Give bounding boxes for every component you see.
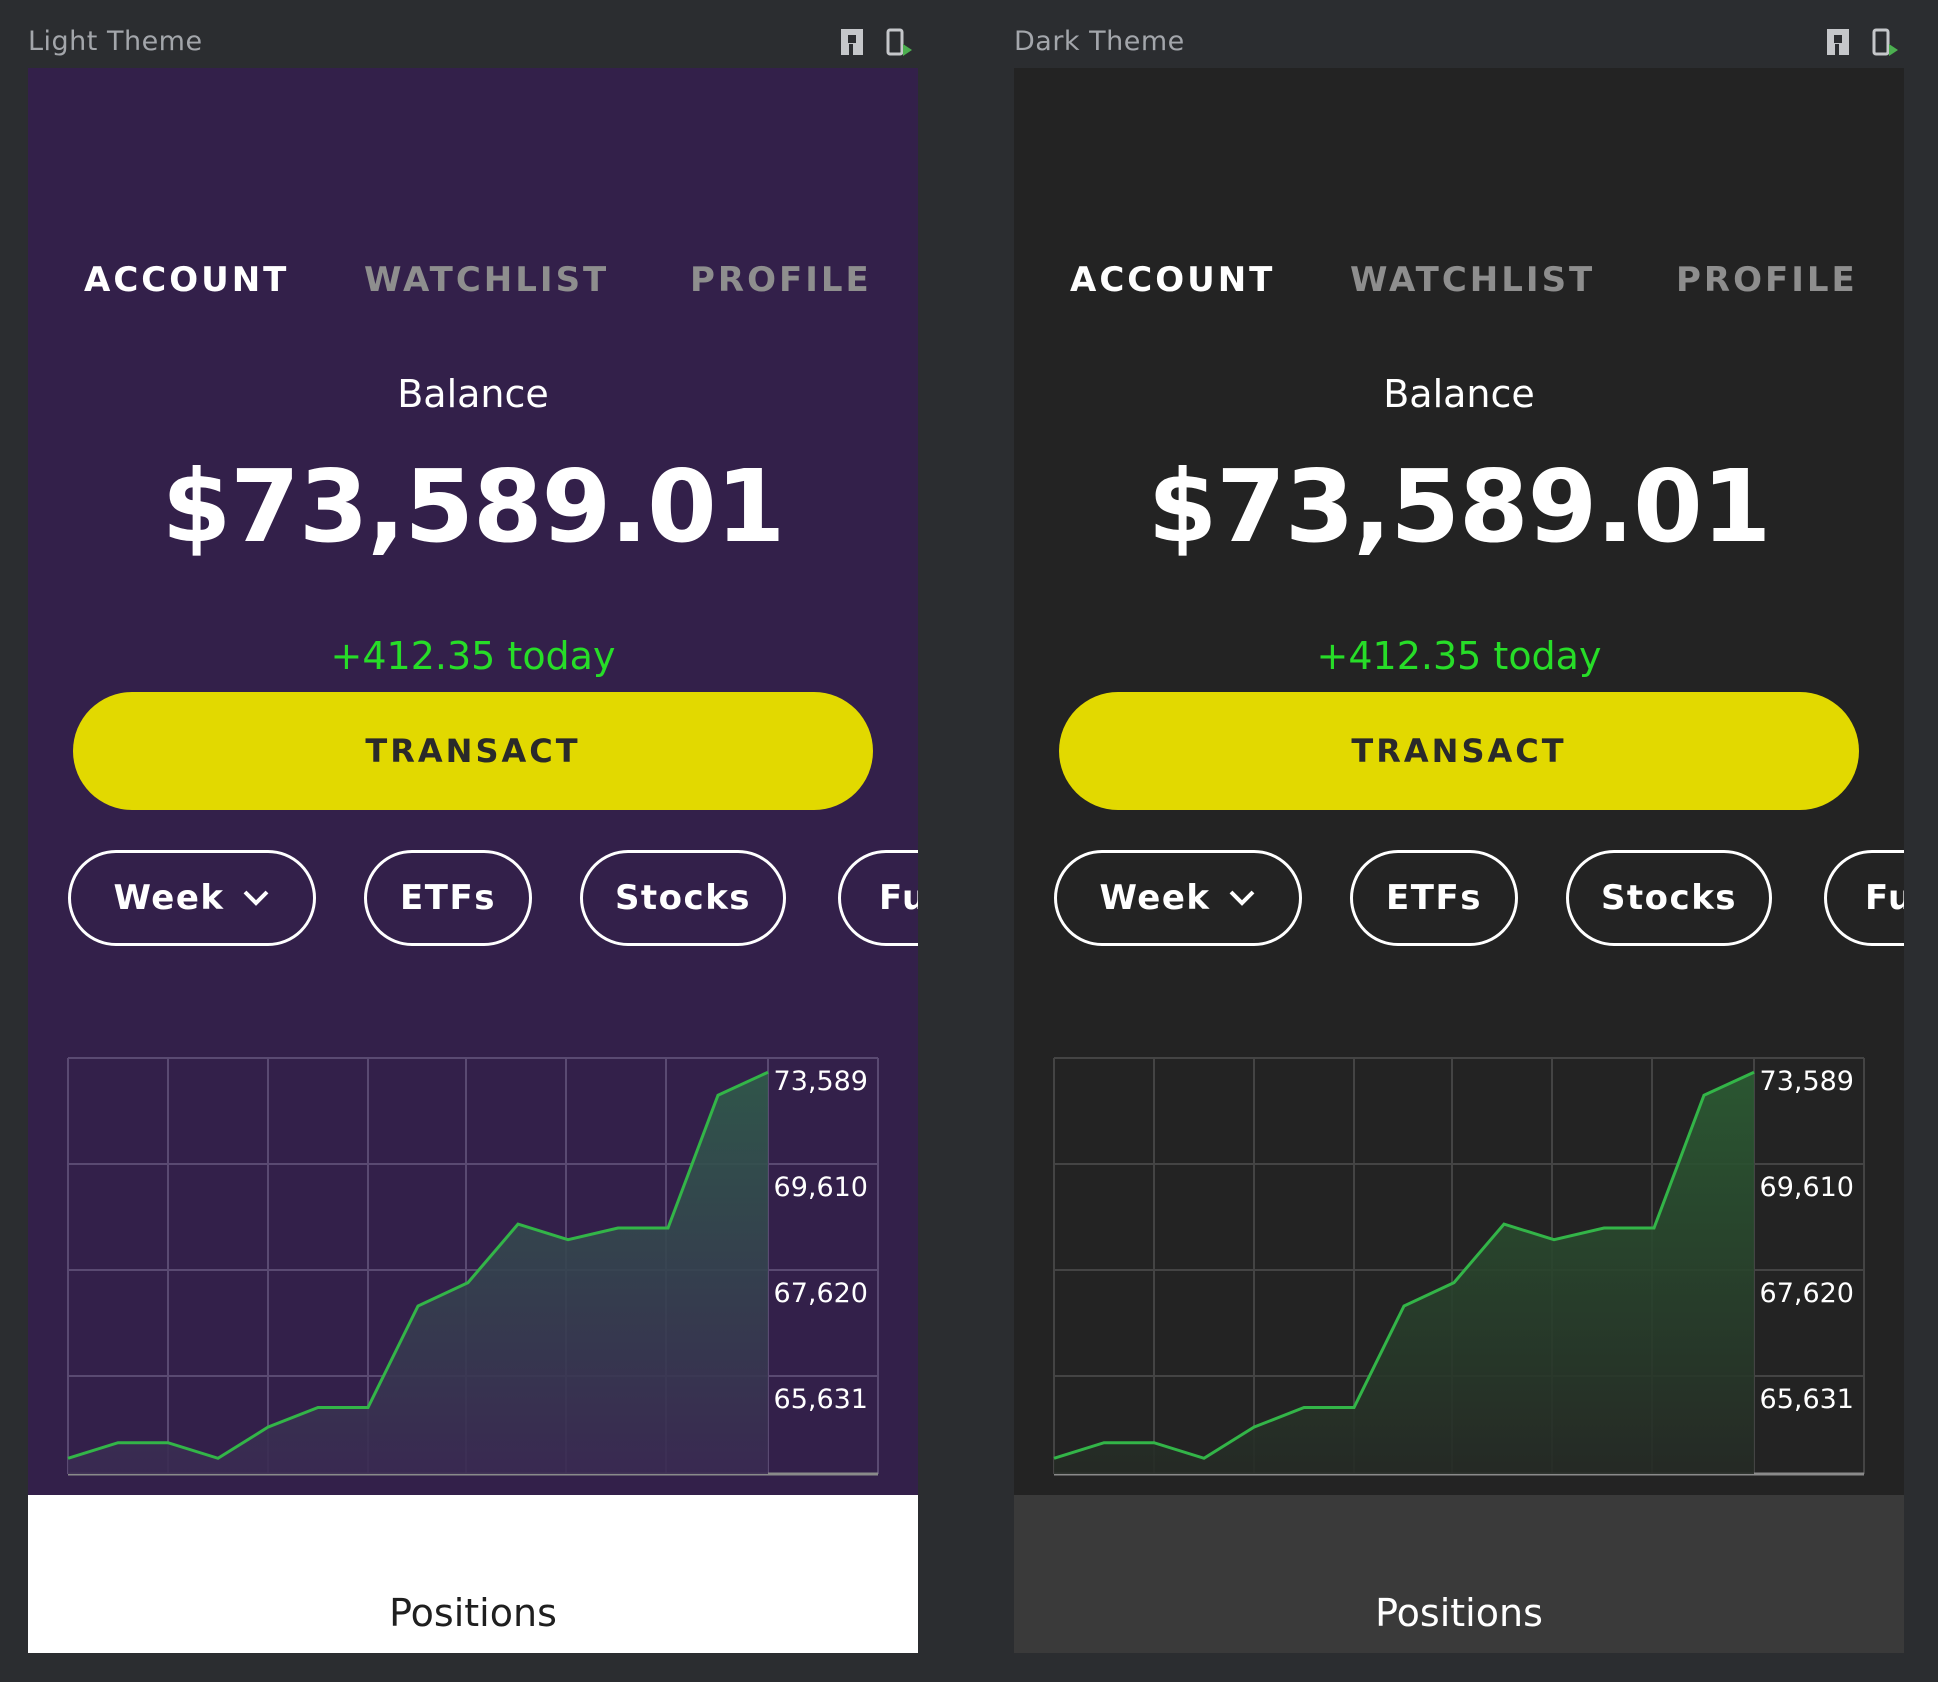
y-tick-label: 65,631 bbox=[774, 1384, 868, 1415]
y-tick-label: 73,589 bbox=[1760, 1066, 1854, 1097]
period-label: Week bbox=[1099, 878, 1211, 918]
y-tick-label: 73,589 bbox=[774, 1066, 868, 1097]
positions-label: Positions bbox=[389, 1591, 557, 1635]
filter-chip-funds[interactable]: Fu bbox=[1824, 850, 1904, 946]
balance-area bbox=[1054, 1072, 1754, 1474]
tab-watchlist[interactable]: WATCHLIST bbox=[1350, 260, 1595, 300]
y-tick-label: 65,631 bbox=[1760, 1384, 1854, 1415]
palette-icon[interactable] bbox=[838, 26, 868, 58]
dark-phone-preview: ACCOUNT WATCHLIST PROFILE Balance $73,58… bbox=[1014, 68, 1904, 1653]
filter-chip-stocks[interactable]: Stocks bbox=[580, 850, 786, 946]
filter-chip-stocks[interactable]: Stocks bbox=[1566, 850, 1772, 946]
positions-sheet[interactable]: Positions bbox=[28, 1495, 918, 1653]
transact-button[interactable]: TRANSACT bbox=[73, 692, 873, 810]
tab-bar: ACCOUNT WATCHLIST PROFILE bbox=[28, 260, 918, 310]
filter-chip-etfs[interactable]: ETFs bbox=[364, 850, 532, 946]
period-label: Week bbox=[113, 878, 225, 918]
palette-icon[interactable] bbox=[1824, 26, 1854, 58]
positions-label: Positions bbox=[1375, 1591, 1543, 1635]
tab-account[interactable]: ACCOUNT bbox=[84, 260, 289, 300]
balance-value: $73,589.01 bbox=[161, 448, 786, 565]
daily-change: +412.35 today bbox=[1316, 634, 1602, 678]
y-tick-label: 69,610 bbox=[774, 1172, 868, 1203]
light-theme-title: Light Theme bbox=[28, 26, 203, 57]
tab-profile[interactable]: PROFILE bbox=[690, 260, 872, 300]
period-dropdown[interactable]: Week bbox=[68, 850, 316, 946]
y-tick-label: 69,610 bbox=[1760, 1172, 1854, 1203]
chevron-down-icon bbox=[243, 890, 268, 906]
tab-watchlist[interactable]: WATCHLIST bbox=[364, 260, 609, 300]
device-icon[interactable] bbox=[884, 26, 914, 58]
balance-chart: 73,58969,61067,62065,63145678910 bbox=[1053, 1057, 1865, 1541]
filter-chip-etfs[interactable]: ETFs bbox=[1350, 850, 1518, 946]
balance-area bbox=[68, 1072, 768, 1474]
positions-sheet[interactable]: Positions bbox=[1014, 1495, 1904, 1653]
filter-chip-funds[interactable]: Fu bbox=[838, 850, 918, 946]
balance-chart: 73,58969,61067,62065,63145678910 bbox=[67, 1057, 879, 1541]
transact-button[interactable]: TRANSACT bbox=[1059, 692, 1859, 810]
device-icon[interactable] bbox=[1870, 26, 1900, 58]
tab-bar: ACCOUNT WATCHLIST PROFILE bbox=[1014, 260, 1904, 310]
light-phone-preview: ACCOUNT WATCHLIST PROFILE Balance $73,58… bbox=[28, 68, 918, 1653]
period-dropdown[interactable]: Week bbox=[1054, 850, 1302, 946]
dark-theme-title: Dark Theme bbox=[1014, 26, 1185, 57]
daily-change: +412.35 today bbox=[330, 634, 616, 678]
balance-label: Balance bbox=[1383, 372, 1535, 416]
balance-label: Balance bbox=[397, 372, 549, 416]
y-tick-label: 67,620 bbox=[1760, 1278, 1854, 1309]
chevron-down-icon bbox=[1229, 890, 1254, 906]
tab-profile[interactable]: PROFILE bbox=[1676, 260, 1858, 300]
y-tick-label: 67,620 bbox=[774, 1278, 868, 1309]
balance-value: $73,589.01 bbox=[1147, 448, 1772, 565]
tab-account[interactable]: ACCOUNT bbox=[1070, 260, 1275, 300]
